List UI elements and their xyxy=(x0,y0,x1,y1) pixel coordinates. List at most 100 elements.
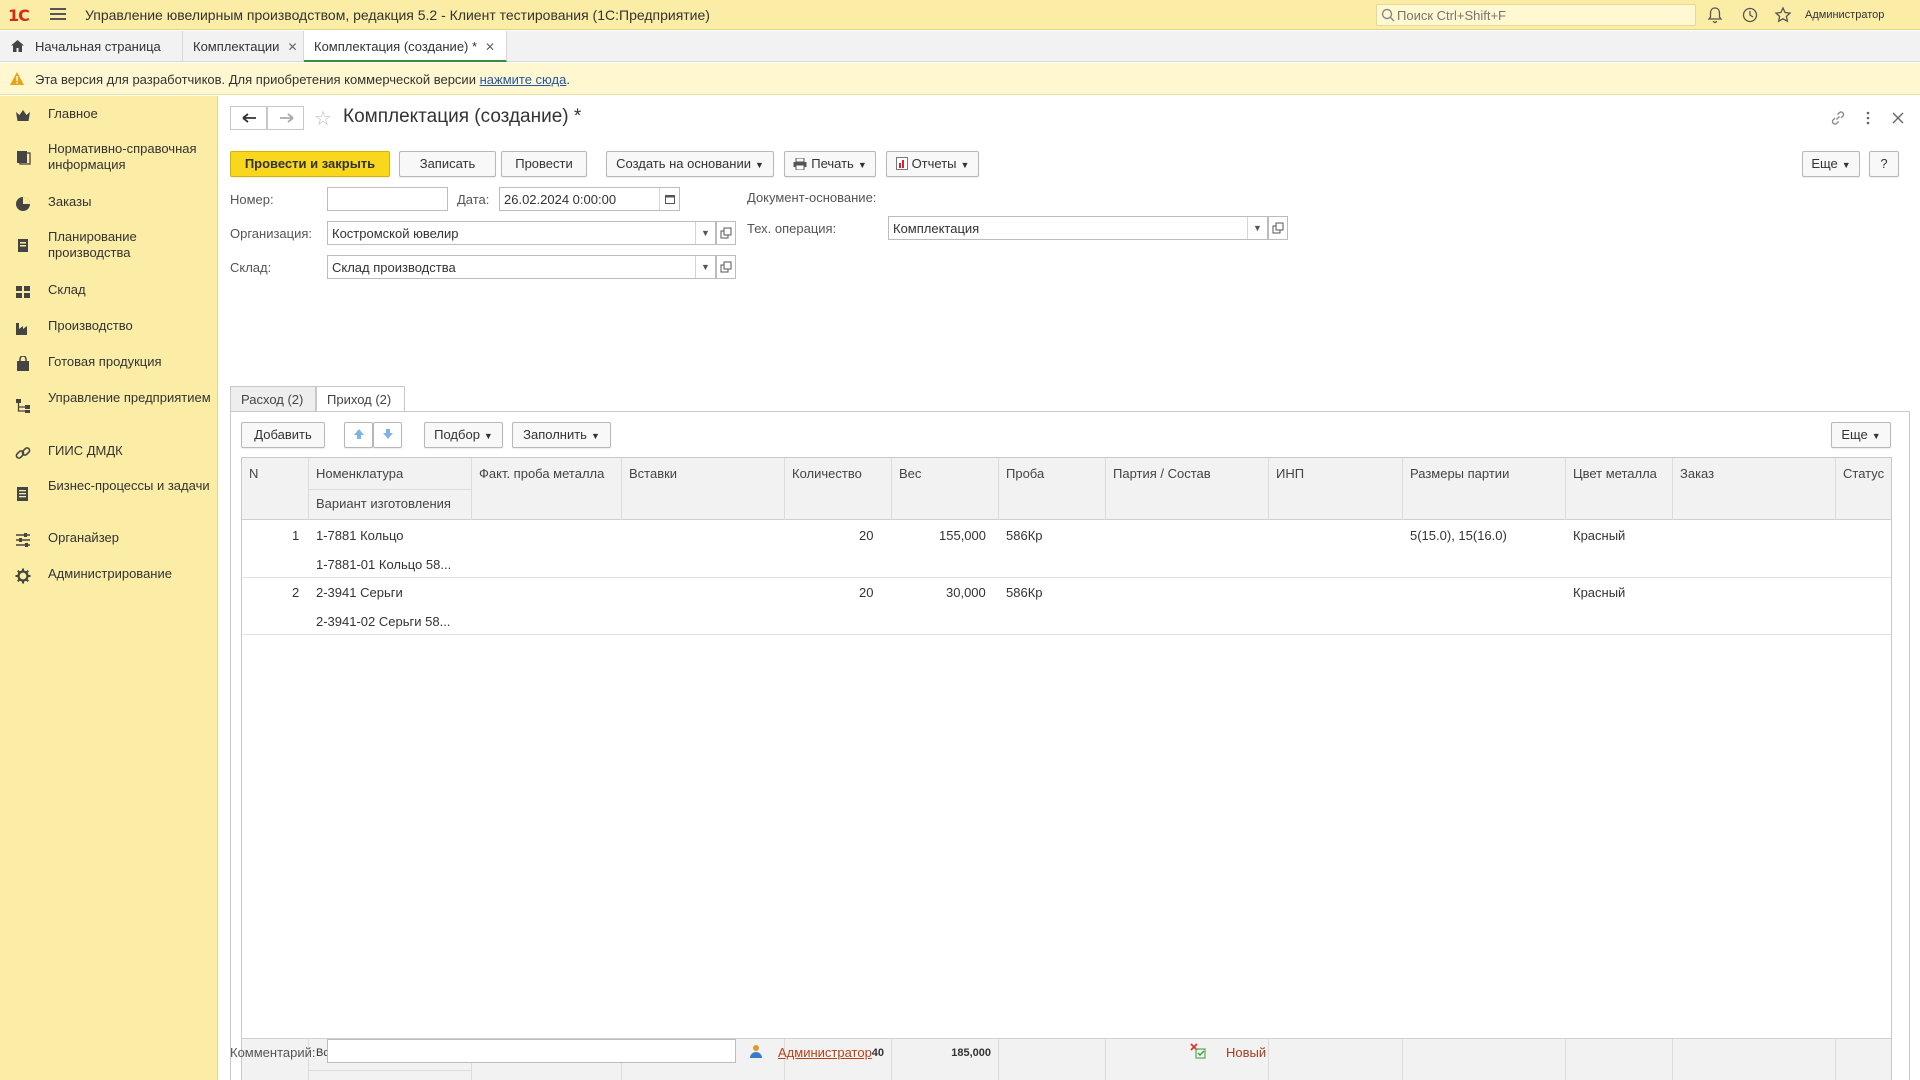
fill-button[interactable]: Заполнить ▼ xyxy=(512,422,611,448)
open-tech-operation-button[interactable] xyxy=(1268,216,1288,240)
nomenclature-cell[interactable]: 2-3941 Серьги xyxy=(316,585,403,600)
table-more-button[interactable]: Еще ▼ xyxy=(1831,422,1891,448)
close-icon[interactable] xyxy=(1890,110,1906,126)
probe-cell[interactable]: 586Кр xyxy=(1006,585,1043,600)
menu-icon[interactable] xyxy=(50,8,66,21)
sizes-cell[interactable]: 5(15.0), 15(16.0) xyxy=(1410,528,1507,543)
weight-cell[interactable]: 155,000 xyxy=(939,528,986,543)
comment-field[interactable] xyxy=(327,1039,736,1063)
more-button[interactable]: Еще ▼ xyxy=(1802,151,1860,177)
history-icon[interactable] xyxy=(1741,6,1759,24)
tab-consumption[interactable]: Расход (2) xyxy=(230,386,316,412)
sidebar-item-giis[interactable]: ГИИС ДМДК xyxy=(0,443,218,459)
notice-text: Эта версия для разработчиков. Для приобр… xyxy=(35,72,570,87)
forward-button[interactable] xyxy=(267,106,304,130)
tab-assemblies[interactable]: Комплектации ✕ xyxy=(183,31,304,62)
calendar-icon[interactable] xyxy=(659,188,679,210)
print-button[interactable]: Печать ▼ xyxy=(784,151,876,177)
selection-button[interactable]: Подбор ▼ xyxy=(424,422,503,448)
link-icon[interactable] xyxy=(1830,110,1846,126)
form-title: Комплектация (создание) * xyxy=(343,106,582,127)
open-warehouse-button[interactable] xyxy=(716,255,736,279)
sidebar-item-finished-goods[interactable]: Готовая продукция xyxy=(0,354,218,371)
probe-cell[interactable]: 586Кр xyxy=(1006,528,1043,543)
move-down-button[interactable] xyxy=(373,422,402,448)
tasks-icon xyxy=(17,487,28,501)
chevron-down-icon[interactable]: ▼ xyxy=(695,256,715,278)
date-label: Дата: xyxy=(457,192,490,207)
organization-field[interactable]: Костромской ювелир ▼ xyxy=(327,221,716,245)
help-button[interactable]: ? xyxy=(1869,151,1899,177)
purchase-link[interactable]: нажмите сюда xyxy=(480,72,567,87)
column-header-batch[interactable]: Партия / Состав xyxy=(1106,458,1269,520)
favorites-star-icon[interactable] xyxy=(1774,6,1792,24)
post-button[interactable]: Провести xyxy=(501,151,587,177)
factory-icon xyxy=(16,323,27,335)
close-icon[interactable]: ✕ xyxy=(287,40,297,54)
create-based-on-button[interactable]: Создать на основании ▼ xyxy=(606,151,774,177)
bell-icon[interactable] xyxy=(1706,6,1724,24)
warehouse-field[interactable]: Склад производства ▼ xyxy=(327,255,716,279)
quantity-cell[interactable]: 20 xyxy=(859,528,873,543)
open-organization-button[interactable] xyxy=(716,221,736,245)
weight-cell[interactable]: 30,000 xyxy=(946,585,986,600)
variant-cell[interactable]: 1-7881-01 Кольцо 58... xyxy=(316,557,451,572)
column-header-n[interactable]: N xyxy=(242,458,309,520)
search-input[interactable] xyxy=(1397,7,1687,23)
post-and-close-button[interactable]: Провести и закрыть xyxy=(230,151,390,177)
column-header-status[interactable]: Статус xyxy=(1836,458,1891,520)
column-header-order[interactable]: Заказ xyxy=(1673,458,1836,520)
column-header-probe[interactable]: Проба xyxy=(999,458,1106,520)
tab-receipt[interactable]: Приход (2) xyxy=(316,386,405,412)
column-title: Размеры партии xyxy=(1410,466,1510,481)
column-title: Количество xyxy=(792,466,862,481)
quantity-cell[interactable]: 20 xyxy=(859,585,873,600)
reports-button[interactable]: Отчеты ▼ xyxy=(886,151,979,177)
open-icon xyxy=(1272,222,1284,234)
app-logo[interactable]: 1С xyxy=(8,6,38,25)
column-header-weight[interactable]: Вес xyxy=(892,458,999,520)
sidebar-item-production[interactable]: Производство xyxy=(0,318,218,335)
color-cell[interactable]: Красный xyxy=(1573,528,1625,543)
nomenclature-cell[interactable]: 1-7881 Кольцо xyxy=(316,528,404,543)
row-number: 1 xyxy=(292,528,300,543)
column-header-color[interactable]: Цвет металла xyxy=(1566,458,1673,520)
sidebar-item-warehouse[interactable]: Склад xyxy=(0,282,218,298)
button-label: Подбор xyxy=(434,427,480,442)
color-cell[interactable]: Красный xyxy=(1573,585,1625,600)
column-header-nomenclature[interactable]: Номенклатура Вариант изготовления xyxy=(309,458,472,520)
number-field[interactable] xyxy=(327,187,448,211)
sidebar-item-business-processes[interactable]: Бизнес-процессы и задачи xyxy=(0,478,218,501)
tab-home[interactable]: Начальная страница xyxy=(0,31,183,62)
column-header-fact-probe[interactable]: Факт. проба металла xyxy=(472,458,622,520)
more-vertical-icon[interactable] xyxy=(1860,110,1876,126)
book-icon xyxy=(17,151,31,165)
sidebar-item-administration[interactable]: Администрирование xyxy=(0,566,218,584)
chevron-down-icon[interactable]: ▼ xyxy=(695,222,715,244)
back-button[interactable] xyxy=(230,106,267,130)
sidebar-item-reference[interactable]: Нормативно-справочная информация xyxy=(0,141,218,173)
favorite-star-icon[interactable]: ☆ xyxy=(314,106,332,131)
sidebar-item-enterprise[interactable]: Управление предприятием xyxy=(0,390,218,413)
user-name[interactable]: Администратор xyxy=(1805,9,1884,21)
sidebar-item-planning[interactable]: Планирование производства xyxy=(0,229,218,261)
column-header-inserts[interactable]: Вставки xyxy=(622,458,785,520)
variant-cell[interactable]: 2-3941-02 Серьги 58... xyxy=(316,614,450,629)
date-field[interactable]: 26.02.2024 0:00:00 xyxy=(499,187,680,211)
column-header-quantity[interactable]: Количество xyxy=(785,458,892,520)
save-button[interactable]: Записать xyxy=(399,151,496,177)
column-header-sizes[interactable]: Размеры партии xyxy=(1403,458,1566,520)
add-row-button[interactable]: Добавить xyxy=(241,422,325,448)
author-link[interactable]: Администратор xyxy=(778,1045,872,1060)
tab-assembly-create[interactable]: Комплектация (создание) * ✕ xyxy=(304,31,507,62)
sidebar-item-orders[interactable]: Заказы xyxy=(0,194,218,211)
chevron-down-icon[interactable]: ▼ xyxy=(1247,217,1267,239)
move-up-button[interactable] xyxy=(344,422,373,448)
sidebar-item-main[interactable]: Главное xyxy=(0,106,218,122)
close-icon[interactable]: ✕ xyxy=(485,40,495,54)
sidebar-item-organizer[interactable]: Органайзер xyxy=(0,530,218,547)
column-header-inp[interactable]: ИНП xyxy=(1269,458,1403,520)
chevron-down-icon: ▼ xyxy=(483,431,493,441)
tech-operation-field[interactable]: Комплектация ▼ xyxy=(888,216,1268,240)
search-box[interactable] xyxy=(1376,4,1696,26)
